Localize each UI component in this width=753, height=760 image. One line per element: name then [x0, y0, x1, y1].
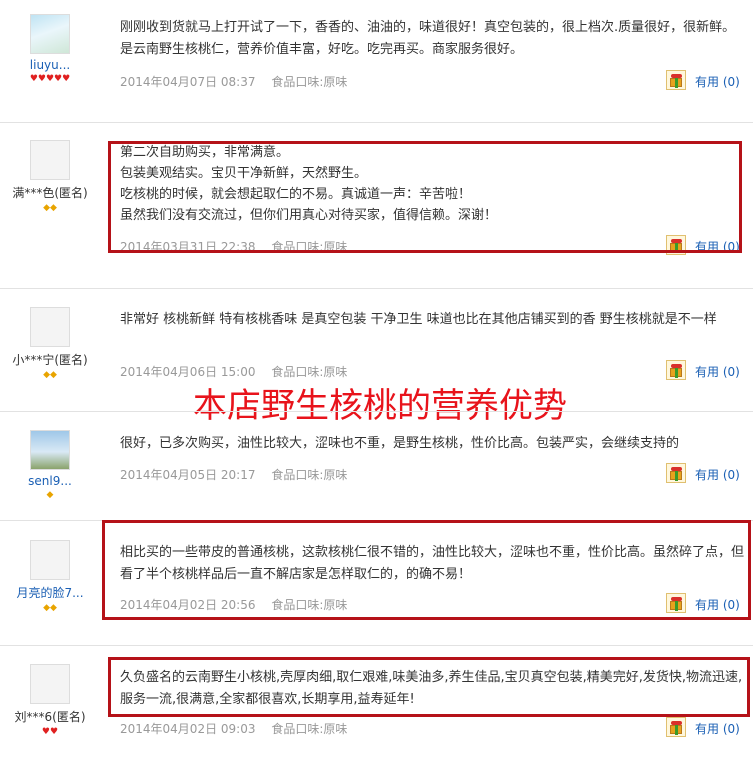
- useful-label: 有用: [695, 598, 720, 612]
- gift-icon: [666, 360, 686, 380]
- avatar[interactable]: [30, 540, 70, 580]
- reviewer-name[interactable]: 刘***6(匿名): [0, 708, 100, 725]
- review-flavor: 食品口味:原味: [271, 365, 348, 379]
- review-flavor: 食品口味:原味: [271, 468, 348, 482]
- reviewer-name[interactable]: 满***色(匿名): [0, 184, 100, 201]
- review-meta: 2014年04月02日 09:03 食品口味:原味: [120, 720, 359, 737]
- review-flavor: 食品口味:原味: [271, 240, 348, 254]
- divider: [0, 645, 753, 646]
- reviewer-name[interactable]: 小***宁(匿名): [0, 351, 100, 368]
- reviewer-name[interactable]: liuyu...: [0, 58, 100, 72]
- reviewer-level-diamond-icon: ◆: [46, 490, 54, 500]
- review-meta: 2014年04月07日 08:37 食品口味:原味: [120, 73, 359, 90]
- review-flavor: 食品口味:原味: [271, 598, 348, 612]
- review-date: 2014年04月02日 20:56: [120, 598, 256, 612]
- divider: [0, 288, 753, 289]
- useful-button[interactable]: 有用 (0): [666, 717, 746, 737]
- review-date: 2014年04月02日 09:03: [120, 722, 256, 736]
- useful-button[interactable]: 有用 (0): [666, 360, 746, 380]
- divider: [0, 122, 753, 123]
- review-flavor: 食品口味:原味: [271, 75, 348, 89]
- reviewer-level-hearts-icon: ♥♥♥♥♥: [29, 74, 71, 84]
- review-date: 2014年04月07日 08:37: [120, 75, 256, 89]
- reviewer: 满***色(匿名) ◆◆: [0, 140, 100, 214]
- useful-button[interactable]: 有用 (0): [666, 463, 746, 483]
- review-text: 久负盛名的云南野生小核桃,壳厚肉细,取仁艰难,味美油多,养生佳品,宝贝真空包装,…: [120, 670, 743, 707]
- useful-label: 有用: [695, 365, 720, 379]
- review-flavor: 食品口味:原味: [271, 722, 348, 736]
- useful-button[interactable]: 有用 (0): [666, 70, 746, 90]
- review-date: 2014年03月31日 22:38: [120, 240, 256, 254]
- gift-icon: [666, 593, 686, 613]
- avatar[interactable]: [30, 140, 70, 180]
- reviewer: 月亮的脸7... ◆◆: [0, 540, 100, 614]
- reviewer-level-diamond-icon: ◆◆: [43, 203, 57, 213]
- useful-label: 有用: [695, 240, 720, 254]
- review-text: 第二次自助购买，非常满意。 包装美观结实。宝贝干净新鲜，天然野生。 吃核桃的时候…: [120, 145, 498, 223]
- promo-banner: 本店野生核桃的营养优势: [193, 386, 567, 426]
- reviewer: senl9... ◆: [0, 430, 100, 501]
- divider: [0, 520, 753, 521]
- reviewer: 刘***6(匿名) ♥♥: [0, 664, 100, 738]
- reviewer-level-diamond-icon: ◆◆: [43, 370, 57, 380]
- avatar[interactable]: [30, 14, 70, 54]
- review-meta: 2014年04月05日 20:17 食品口味:原味: [120, 466, 359, 483]
- divider: [0, 411, 753, 412]
- useful-count: (0): [722, 240, 740, 254]
- avatar[interactable]: [30, 307, 70, 347]
- reviewer-name[interactable]: 月亮的脸7...: [0, 584, 100, 601]
- useful-count: (0): [722, 75, 740, 89]
- gift-icon: [666, 235, 686, 255]
- reviewer: liuyu... ♥♥♥♥♥: [0, 14, 100, 85]
- gift-icon: [666, 463, 686, 483]
- useful-count: (0): [722, 365, 740, 379]
- gift-icon: [666, 717, 686, 737]
- useful-button[interactable]: 有用 (0): [666, 235, 746, 255]
- useful-label: 有用: [695, 468, 720, 482]
- review-date: 2014年04月05日 20:17: [120, 468, 256, 482]
- review-text: 刚刚收到货就马上打开试了一下，香香的、油油的，味道很好！真空包装的，很上档次.质…: [120, 20, 736, 57]
- useful-label: 有用: [695, 722, 720, 736]
- useful-count: (0): [722, 598, 740, 612]
- useful-count: (0): [722, 468, 740, 482]
- review-text: 非常好 核桃新鲜 特有核桃香味 是真空包装 干净卫生 味道也比在其他店铺买到的香…: [120, 312, 717, 327]
- reviewer: 小***宁(匿名) ◆◆: [0, 307, 100, 381]
- useful-button[interactable]: 有用 (0): [666, 593, 746, 613]
- review-meta: 2014年04月02日 20:56 食品口味:原味: [120, 596, 359, 613]
- reviewer-name[interactable]: senl9...: [0, 474, 100, 488]
- avatar[interactable]: [30, 430, 70, 470]
- gift-icon: [666, 70, 686, 90]
- avatar[interactable]: [30, 664, 70, 704]
- useful-count: (0): [722, 722, 740, 736]
- reviewer-level-diamond-icon: ◆◆: [43, 603, 57, 613]
- review-date: 2014年04月06日 15:00: [120, 365, 256, 379]
- review-text: 很好，已多次购买，油性比较大，涩味也不重，是野生核桃，性价比高。包装严实，会继续…: [120, 436, 680, 451]
- reviewer-level-hearts-icon: ♥♥: [41, 727, 59, 737]
- useful-label: 有用: [695, 75, 720, 89]
- review-text: 相比买的一些带皮的普通核桃，这款核桃仁很不错的，油性比较大，涩味也不重，性价比高…: [120, 545, 745, 582]
- review-meta: 2014年03月31日 22:38 食品口味:原味: [120, 238, 359, 255]
